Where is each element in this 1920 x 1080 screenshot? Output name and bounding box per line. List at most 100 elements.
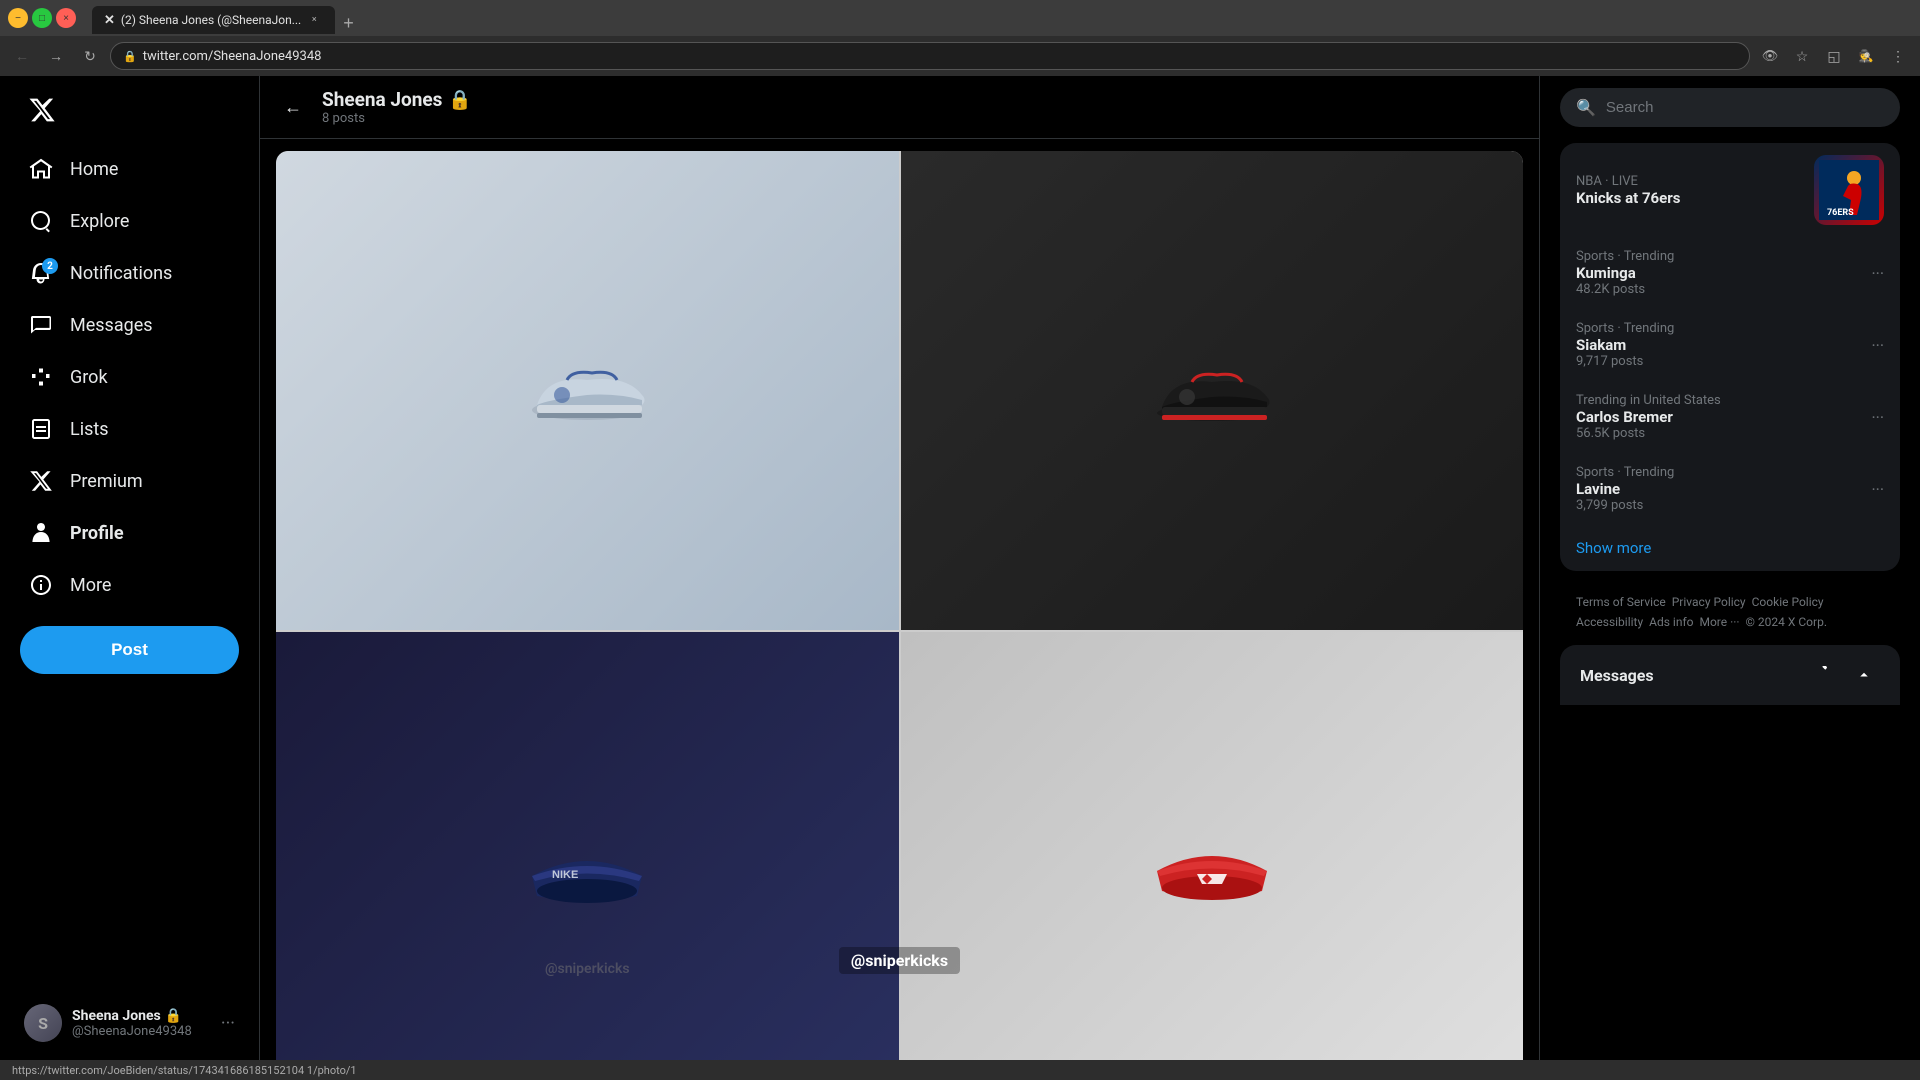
terms-link[interactable]: Terms of Service (1576, 595, 1666, 609)
black-sneaker-icon (1142, 345, 1282, 435)
profile-more-icon[interactable]: ··· (221, 1013, 235, 1034)
new-tab-button[interactable]: + (335, 13, 362, 34)
cookie-link[interactable]: Cookie Policy (1752, 595, 1824, 609)
reload-button[interactable]: ↻ (76, 42, 104, 70)
carlos-title: Carlos Bremer (1576, 408, 1861, 426)
compose-message-icon[interactable] (1804, 659, 1836, 691)
post-button[interactable]: Post (20, 626, 239, 674)
lavine-info: Sports · Trending Lavine 3,799 posts (1576, 465, 1861, 513)
right-sidebar: 🔍 NBA · LIVE Knicks at 76ers 76ERS (1540, 76, 1920, 1060)
privacy-link[interactable]: Privacy Policy (1672, 595, 1746, 609)
feed-header: ← Sheena Jones 🔒 8 posts (260, 76, 1539, 139)
twitter-logo[interactable] (12, 84, 247, 140)
sidebar-item-premium[interactable]: Premium (12, 456, 247, 506)
kuminga-sub: 48.2K posts (1576, 282, 1861, 297)
sneaker-bottom-left: NIKE @sniperkicks (276, 632, 899, 1060)
more-footer-link[interactable]: More ··· (1699, 615, 1739, 629)
minimize-button[interactable]: − (8, 8, 28, 28)
search-input[interactable] (1606, 99, 1884, 116)
maximize-button[interactable]: □ (32, 8, 52, 28)
notification-badge: 2 (42, 258, 58, 274)
svg-text:76ERS: 76ERS (1827, 208, 1854, 218)
incognito-icon[interactable]: 🕵 (1852, 42, 1880, 70)
browser-chrome: − □ × ✕ (2) Sheena Jones (@SheenaJon... … (0, 0, 1920, 76)
lavine-sub: 3,799 posts (1576, 498, 1861, 513)
star-icon[interactable]: ☆ (1788, 42, 1816, 70)
status-url: https://twitter.com/JoeBiden/status/1743… (12, 1064, 357, 1077)
sidebar-item-more[interactable]: More (12, 560, 247, 610)
address-bar[interactable]: 🔒 twitter.com/SheenaJone49348 (110, 42, 1750, 70)
messages-bar-title: Messages (1580, 666, 1792, 685)
sidebar-profile-info: Sheena Jones 🔒 @SheenaJone49348 (72, 1008, 211, 1039)
live-item[interactable]: NBA · LIVE Knicks at 76ers 76ERS (1560, 143, 1900, 237)
trending-siakam[interactable]: Sports · Trending Siakam 9,717 posts ··· (1560, 309, 1900, 381)
sneaker-top-left (276, 151, 899, 630)
carlos-more-icon[interactable]: ··· (1871, 408, 1884, 427)
grok-icon (28, 364, 54, 390)
sidebar-item-messages[interactable]: Messages (12, 300, 247, 350)
sidebar-item-home[interactable]: Home (12, 144, 247, 194)
header-lock-icon: 🔒 (448, 88, 472, 111)
sidebar-profile-handle: @SheenaJone49348 (72, 1024, 211, 1039)
show-more-button[interactable]: Show more (1560, 525, 1900, 571)
trending-lavine[interactable]: Sports · Trending Lavine 3,799 posts ··· (1560, 453, 1900, 525)
kuminga-more-icon[interactable]: ··· (1871, 264, 1884, 283)
tweet-image[interactable]: NIKE @sniperkicks (276, 151, 1523, 1060)
window-controls[interactable]: − □ × (8, 8, 76, 28)
premium-label: Premium (70, 471, 143, 492)
lists-icon (28, 416, 54, 442)
messages-bar[interactable]: Messages (1560, 645, 1900, 705)
home-label: Home (70, 159, 118, 180)
trending-carlos[interactable]: Trending in United States Carlos Bremer … (1560, 381, 1900, 453)
sidebar-item-explore[interactable]: Explore (12, 196, 247, 246)
search-box[interactable]: 🔍 (1560, 88, 1900, 127)
siakam-sub: 9,717 posts (1576, 354, 1861, 369)
menu-icon[interactable]: ⋮ (1884, 42, 1912, 70)
avatar-placeholder: S (24, 1004, 62, 1042)
sidebar-item-profile[interactable]: Profile (12, 508, 247, 558)
ads-link[interactable]: Ads info (1649, 615, 1693, 629)
sidebar-profile-name: Sheena Jones 🔒 (72, 1008, 211, 1024)
sidebar-item-grok[interactable]: Grok (12, 352, 247, 402)
sidebar-toggle-icon[interactable]: ◱ (1820, 42, 1848, 70)
search-icon: 🔍 (1576, 98, 1596, 117)
carlos-meta: Trending in United States (1576, 393, 1861, 408)
explore-icon (28, 208, 54, 234)
live-meta: NBA · LIVE (1576, 174, 1804, 189)
sidebar-avatar: S (24, 1004, 62, 1042)
footer-links: Terms of Service Privacy Policy Cookie P… (1560, 587, 1900, 637)
carlos-sub: 56.5K posts (1576, 426, 1861, 441)
messages-label: Messages (70, 315, 153, 336)
back-button[interactable]: ← (8, 42, 36, 70)
grok-label: Grok (70, 367, 108, 388)
sidebar: Home Explore 2 Notifications Messages (0, 76, 260, 1060)
active-tab[interactable]: ✕ (2) Sheena Jones (@SheenaJon... × (92, 6, 335, 34)
title-bar: − □ × ✕ (2) Sheena Jones (@SheenaJon... … (0, 0, 1920, 36)
copyright-text: © 2024 X Corp. (1746, 615, 1827, 629)
tab-close-icon[interactable]: × (307, 13, 321, 27)
nav-actions: 👁 ☆ ◱ 🕵 ⋮ (1756, 42, 1912, 70)
trending-kuminga[interactable]: Sports · Trending Kuminga 48.2K posts ··… (1560, 237, 1900, 309)
close-button[interactable]: × (56, 8, 76, 28)
main-content: ← Sheena Jones 🔒 8 posts (260, 76, 1540, 1060)
back-button[interactable]: ← (276, 90, 310, 124)
lavine-more-icon[interactable]: ··· (1871, 480, 1884, 499)
sneaker-grid: NIKE @sniperkicks (276, 151, 1523, 1060)
sidebar-item-lists[interactable]: Lists (12, 404, 247, 454)
image-post: NIKE @sniperkicks (260, 139, 1539, 1060)
nav-bar: ← → ↻ 🔒 twitter.com/SheenaJone49348 👁 ☆ … (0, 36, 1920, 76)
sidebar-item-notifications[interactable]: 2 Notifications (12, 248, 247, 298)
more-label: More (70, 575, 111, 596)
eye-off-icon[interactable]: 👁 (1756, 42, 1784, 70)
watermark-left: @sniperkicks (545, 961, 630, 977)
accessibility-link[interactable]: Accessibility (1576, 615, 1643, 629)
sidebar-profile[interactable]: S Sheena Jones 🔒 @SheenaJone49348 ··· (12, 994, 247, 1052)
forward-button[interactable]: → (42, 42, 70, 70)
siakam-info: Sports · Trending Siakam 9,717 posts (1576, 321, 1861, 369)
siakam-title: Siakam (1576, 336, 1861, 354)
collapse-messages-icon[interactable] (1848, 659, 1880, 691)
siakam-more-icon[interactable]: ··· (1871, 336, 1884, 355)
siakam-meta: Sports · Trending (1576, 321, 1861, 336)
address-url: twitter.com/SheenaJone49348 (143, 49, 322, 64)
notifications-label: Notifications (70, 263, 172, 284)
